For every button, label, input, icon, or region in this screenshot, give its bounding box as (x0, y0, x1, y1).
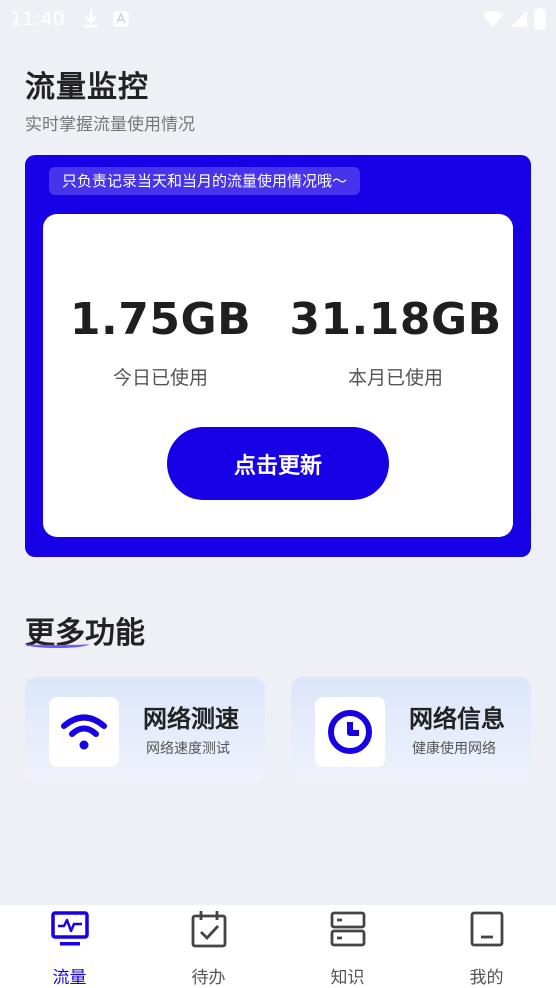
feature-title: 网络信息 (409, 705, 505, 733)
feature-desc: 健康使用网络 (412, 741, 496, 757)
server-icon (328, 909, 368, 949)
month-usage-label: 本月已使用 (347, 367, 443, 389)
today-usage-value: 1.75GB (69, 294, 252, 345)
status-bar: 11:40 (0, 0, 556, 38)
status-time: 11:40 (10, 8, 65, 30)
section-title-underline (25, 640, 89, 648)
feature-icon-box (49, 697, 119, 767)
page-header: 流量监控 实时掌握流量使用情况 (25, 62, 195, 135)
feature-icon-box (315, 697, 385, 767)
usage-card: 只负责记录当天和当月的流量使用情况哦～ 1.75GB 今日已使用 31.18GB… (25, 155, 531, 557)
download-icon (83, 10, 98, 28)
calendar-check-icon (189, 909, 229, 949)
profile-icon (467, 909, 507, 949)
tab-todo[interactable]: 待办 (139, 905, 278, 988)
page-title: 流量监控 (25, 70, 149, 105)
battery-icon (534, 8, 546, 30)
tab-label: 流量 (52, 968, 87, 988)
font-icon (113, 11, 129, 27)
tab-knowledge[interactable]: 知识 (278, 905, 417, 988)
tab-mine[interactable]: 我的 (417, 905, 556, 988)
feature-card-speed-test[interactable]: 网络测速 网络速度测试 (25, 677, 265, 782)
bottom-tab-bar: 流量 待办 知识 我的 (0, 905, 556, 988)
cell-signal-icon (511, 11, 527, 27)
wifi-signal-icon (483, 11, 503, 27)
month-usage: 31.18GB 本月已使用 (278, 294, 513, 390)
tab-label: 我的 (469, 968, 504, 988)
month-usage-value: 31.18GB (289, 294, 502, 345)
tab-traffic[interactable]: 流量 (0, 905, 139, 988)
clock-icon (328, 710, 372, 754)
monitor-pulse-icon (50, 909, 90, 949)
wifi-icon (61, 714, 107, 750)
refresh-button[interactable]: 点击更新 (167, 427, 389, 500)
tab-label: 知识 (330, 968, 365, 988)
feature-title: 网络测速 (143, 705, 239, 733)
usage-stats-panel: 1.75GB 今日已使用 31.18GB 本月已使用 点击更新 (43, 214, 513, 537)
feature-card-network-info[interactable]: 网络信息 健康使用网络 (291, 677, 531, 782)
page-subtitle: 实时掌握流量使用情况 (25, 115, 195, 135)
today-usage-label: 今日已使用 (112, 367, 208, 389)
feature-desc: 网络速度测试 (146, 741, 230, 757)
notice-pill: 只负责记录当天和当月的流量使用情况哦～ (49, 167, 361, 195)
tab-label: 待办 (191, 968, 226, 988)
today-usage: 1.75GB 今日已使用 (43, 294, 278, 390)
